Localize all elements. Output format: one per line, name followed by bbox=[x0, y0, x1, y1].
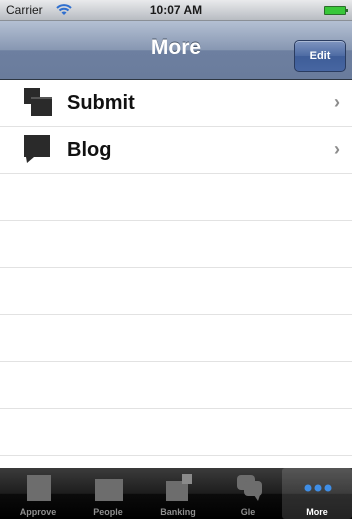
submit-icon bbox=[24, 88, 52, 116]
chevron-right-icon: › bbox=[334, 139, 340, 159]
banking-icon bbox=[166, 474, 192, 501]
tab-label: People bbox=[93, 507, 123, 517]
tab-more[interactable]: More bbox=[282, 468, 352, 519]
chat-icon bbox=[237, 475, 262, 501]
tab-bar: Approve People Banking Gle More bbox=[0, 468, 352, 519]
tab-banking[interactable]: Banking bbox=[143, 468, 213, 519]
status-bar: Carrier 10:07 AM bbox=[0, 0, 352, 21]
empty-row bbox=[0, 409, 352, 456]
empty-row bbox=[0, 221, 352, 268]
edit-button[interactable]: Edit bbox=[294, 40, 346, 72]
status-time: 10:07 AM bbox=[149, 3, 203, 17]
list-item-blog[interactable]: Blog › bbox=[0, 127, 352, 174]
tab-label: Gle bbox=[240, 507, 256, 517]
tab-approve[interactable]: Approve bbox=[3, 468, 73, 519]
chevron-right-icon: › bbox=[334, 92, 340, 112]
more-list: Submit › Blog › bbox=[0, 80, 352, 468]
battery-icon bbox=[324, 6, 348, 15]
blog-icon bbox=[24, 135, 50, 163]
tab-label: Approve bbox=[19, 507, 57, 517]
people-icon bbox=[95, 479, 123, 501]
empty-row bbox=[0, 174, 352, 221]
empty-row bbox=[0, 268, 352, 315]
tab-label: More bbox=[306, 507, 328, 517]
approve-icon bbox=[27, 475, 51, 501]
navigation-bar: More Edit bbox=[0, 21, 352, 80]
tab-label: Banking bbox=[160, 507, 196, 517]
more-dots-icon bbox=[304, 484, 332, 492]
list-item-label: Submit bbox=[67, 92, 135, 114]
tab-gle[interactable]: Gle bbox=[213, 468, 283, 519]
empty-row bbox=[0, 362, 352, 409]
list-item-submit[interactable]: Submit › bbox=[0, 80, 352, 127]
tab-people[interactable]: People bbox=[73, 468, 143, 519]
list-item-label: Blog bbox=[67, 139, 112, 161]
empty-row bbox=[0, 315, 352, 362]
